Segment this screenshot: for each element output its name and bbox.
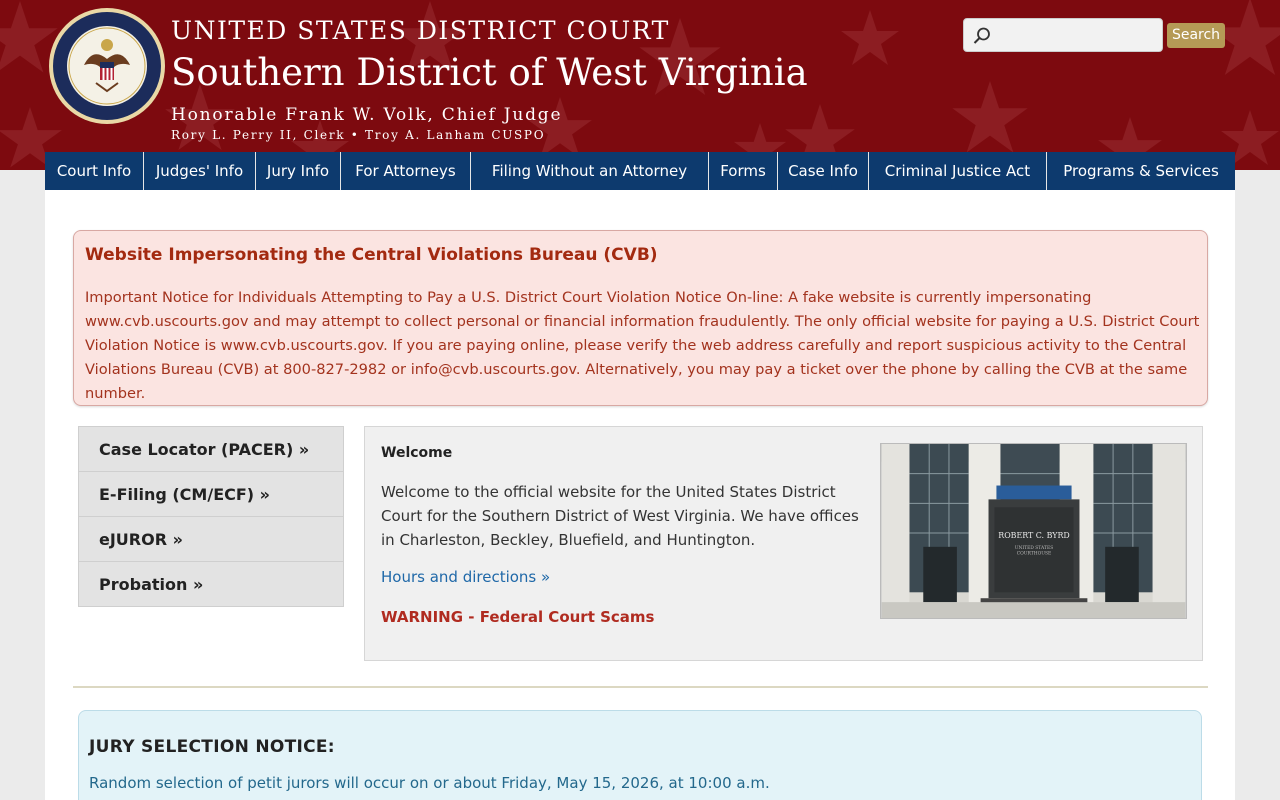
- courthouse-name-text: ROBERT C. BYRD: [998, 531, 1069, 540]
- welcome-text: Welcome to the official website for the …: [381, 483, 859, 549]
- chief-judge: Honorable Frank W. Volk, Chief Judge: [171, 105, 563, 125]
- jury-notice-text[interactable]: Random selection of petit jurors will oc…: [89, 774, 770, 792]
- courthouse-photo: ROBERT C. BYRD UNITED STATES COURTHOUSE: [880, 443, 1187, 619]
- clerk-line: Rory L. Perry II, Clerk • Troy A. Lanham…: [171, 128, 546, 142]
- link-ejuror[interactable]: eJUROR »: [79, 517, 343, 562]
- district-name[interactable]: Southern District of West Virginia: [171, 48, 808, 98]
- jury-notice-title: JURY SELECTION NOTICE:: [89, 737, 335, 757]
- alert-title: Website Impersonating the Central Violat…: [85, 245, 658, 265]
- court-name[interactable]: UNITED STATES DISTRICT COURT: [171, 16, 808, 46]
- nav-programs-services[interactable]: Programs & Services: [1047, 152, 1235, 190]
- court-scams-warning-link[interactable]: WARNING - Federal Court Scams: [381, 608, 654, 626]
- alert-body: Important Notice for Individuals Attempt…: [85, 289, 1200, 402]
- cvb-alert: Website Impersonating the Central Violat…: [73, 230, 1208, 406]
- courthouse-sub2-text: COURTHOUSE: [1017, 552, 1052, 557]
- nav-forms[interactable]: Forms: [709, 152, 778, 190]
- main-content: Website Impersonating the Central Violat…: [45, 190, 1235, 800]
- link-case-locator[interactable]: Case Locator (PACER) »: [79, 427, 343, 472]
- quick-links: Case Locator (PACER) » E-Filing (CM/ECF)…: [78, 426, 344, 607]
- jury-notice: JURY SELECTION NOTICE: Random selection …: [78, 710, 1202, 800]
- court-seal-icon[interactable]: [48, 7, 166, 125]
- link-probation[interactable]: Probation »: [79, 562, 343, 607]
- nav-filing-without-attorney[interactable]: Filing Without an Attorney: [471, 152, 709, 190]
- nav-case-info[interactable]: Case Info: [778, 152, 869, 190]
- nav-for-attorneys[interactable]: For Attorneys: [341, 152, 471, 190]
- nav-court-info[interactable]: Court Info: [45, 152, 144, 190]
- site-header: UNITED STATES DISTRICT COURT Southern Di…: [0, 0, 1280, 170]
- main-nav: Court Info Judges' Info Jury Info For At…: [45, 152, 1235, 190]
- courthouse-sub1-text: UNITED STATES: [1015, 546, 1054, 551]
- nav-criminal-justice-act[interactable]: Criminal Justice Act: [869, 152, 1047, 190]
- search-icon: [973, 27, 990, 44]
- nav-judges-info[interactable]: Judges' Info: [144, 152, 256, 190]
- welcome-title: Welcome: [381, 445, 453, 461]
- search-box[interactable]: [963, 18, 1163, 52]
- welcome-panel: Welcome Welcome to the official website …: [364, 426, 1203, 661]
- search-button[interactable]: Search: [1167, 23, 1225, 48]
- nav-jury-info[interactable]: Jury Info: [256, 152, 341, 190]
- section-divider: [73, 686, 1208, 688]
- hours-directions-link[interactable]: Hours and directions »: [381, 568, 550, 586]
- link-e-filing[interactable]: E-Filing (CM/ECF) »: [79, 472, 343, 517]
- search-input[interactable]: [998, 24, 1158, 48]
